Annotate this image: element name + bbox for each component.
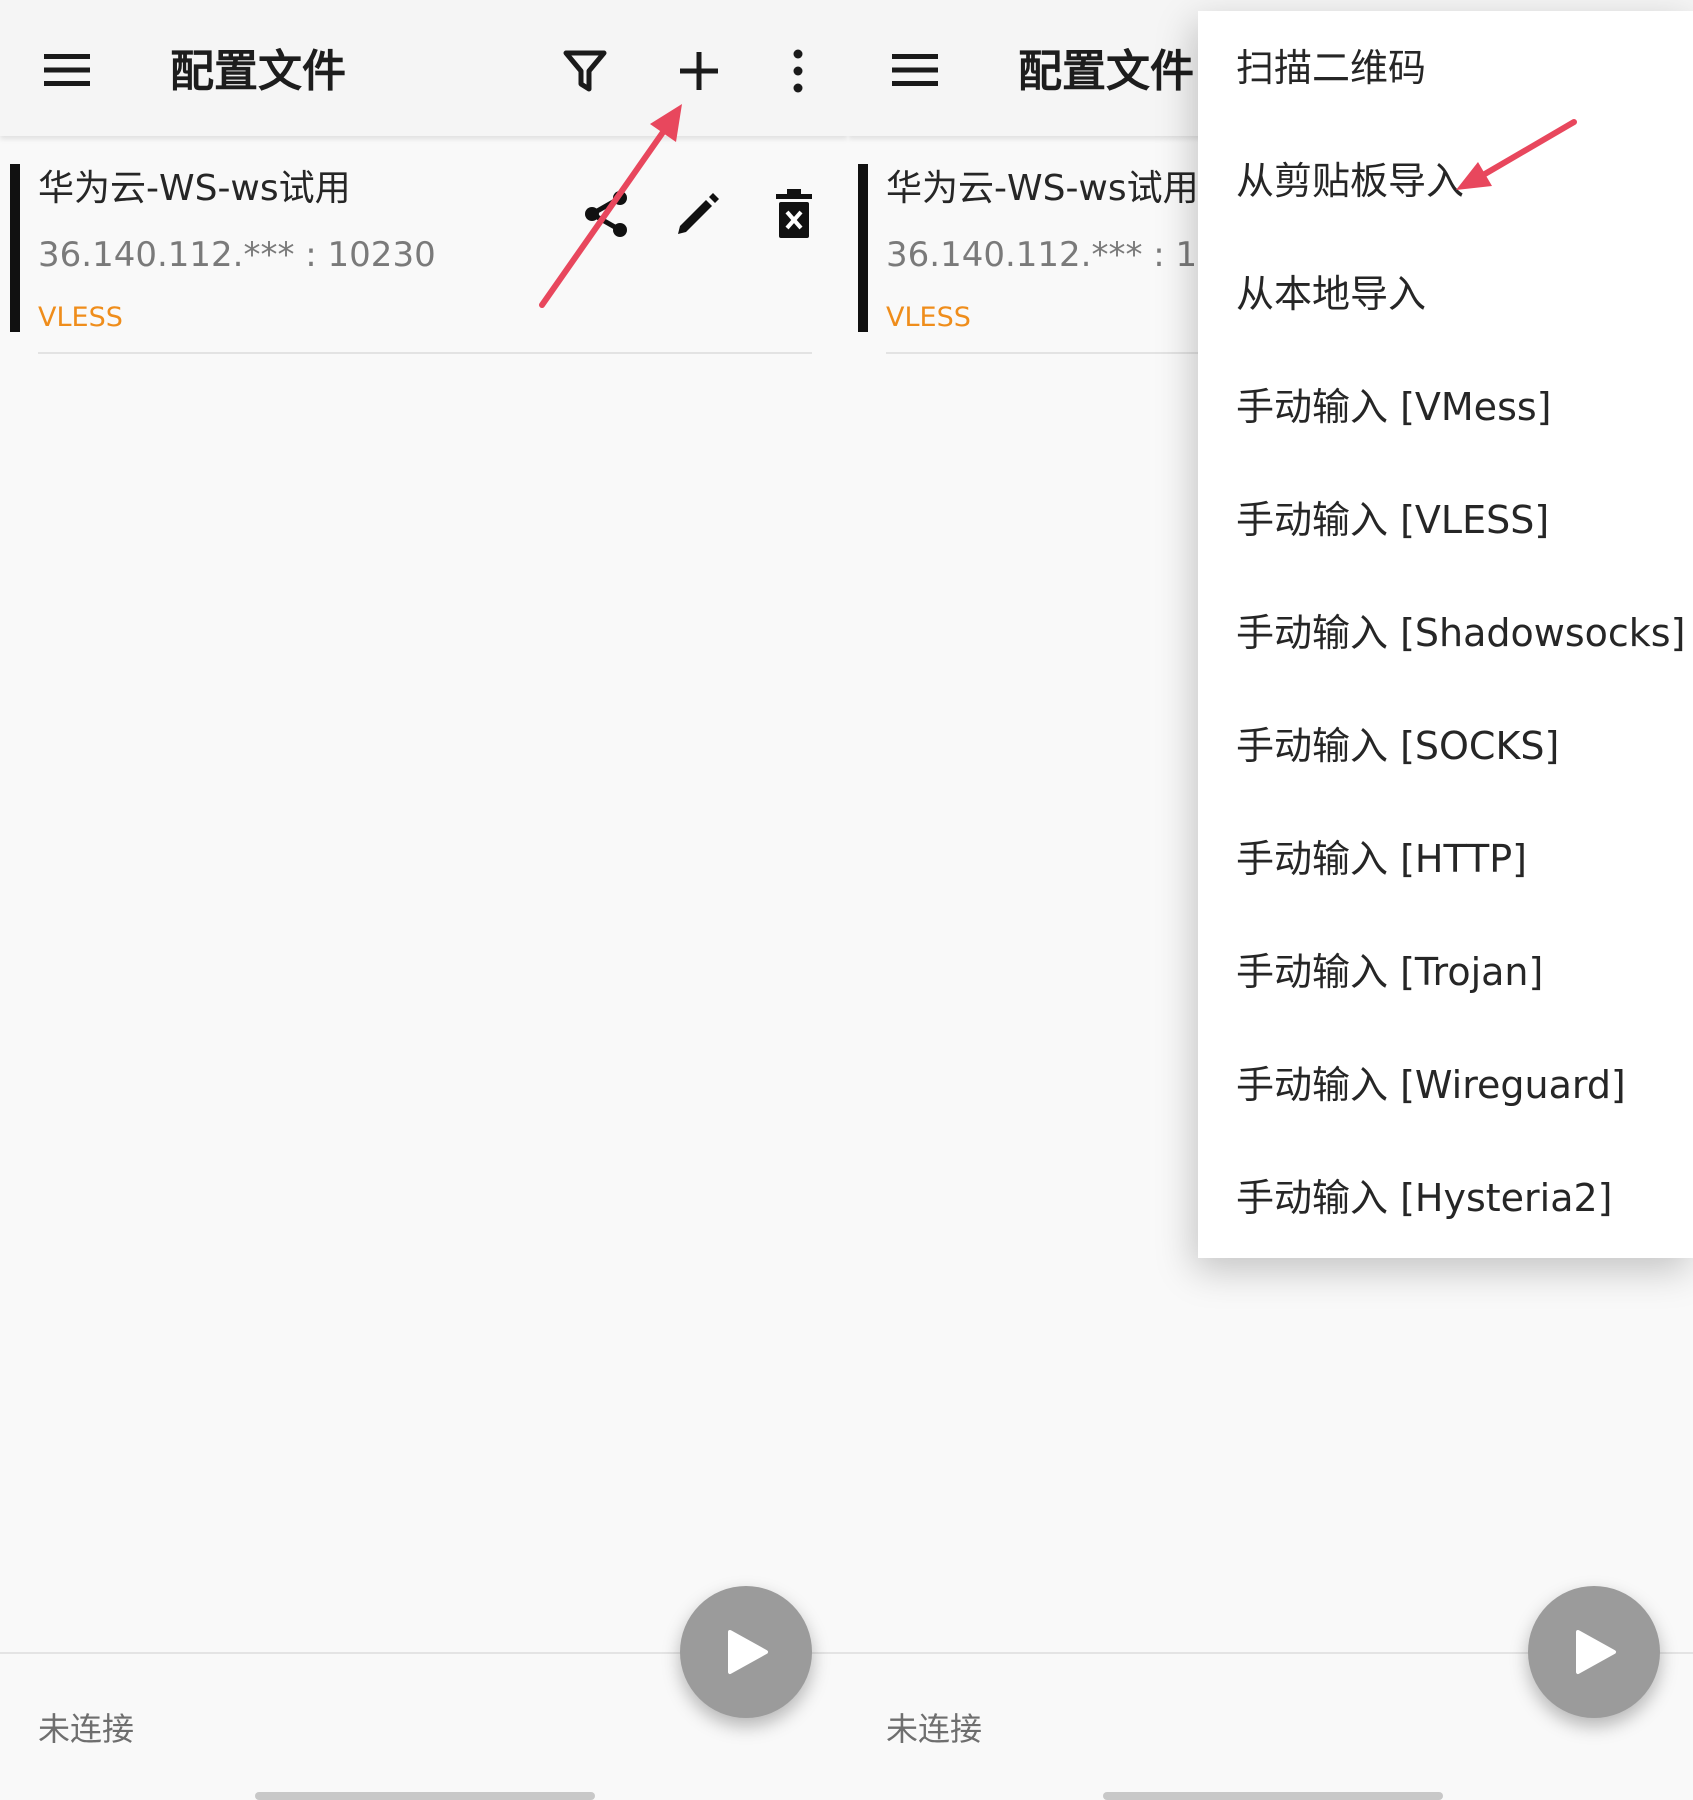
- connect-button[interactable]: [680, 1586, 812, 1718]
- play-icon: [1576, 1630, 1616, 1674]
- connection-status: 未连接: [886, 1710, 983, 1748]
- more-vert-icon[interactable]: [780, 48, 816, 94]
- menu-item-manual-wireguard[interactable]: 手动输入 [Wireguard]: [1198, 1028, 1693, 1142]
- share-icon[interactable]: [582, 188, 630, 240]
- server-list-item[interactable]: 华为云-WS-ws试用 36.140.112.*** : 10230 VLESS: [0, 160, 848, 356]
- menu-item-manual-hysteria2[interactable]: 手动输入 [Hysteria2]: [1198, 1141, 1693, 1255]
- add-config-popup-menu: 扫描二维码 从剪贴板导入 从本地导入 手动输入 [VMess] 手动输入 [VL…: [1198, 11, 1693, 1258]
- server-name: 华为云-WS-ws试用: [886, 168, 1199, 209]
- hamburger-menu-icon[interactable]: [44, 52, 90, 88]
- server-address: 36.140.112.*** : 10230: [38, 235, 436, 275]
- play-icon: [728, 1630, 768, 1674]
- delete-icon[interactable]: [772, 188, 816, 240]
- selected-indicator: [858, 164, 868, 332]
- menu-item-import-clipboard[interactable]: 从剪贴板导入: [1198, 124, 1693, 238]
- server-name: 华为云-WS-ws试用: [38, 168, 351, 209]
- menu-item-manual-trojan[interactable]: 手动输入 [Trojan]: [1198, 915, 1693, 1029]
- selected-indicator: [10, 164, 20, 332]
- add-icon[interactable]: [676, 48, 722, 94]
- left-screen: 配置文件 华为云-WS-ws试用 36.140.112.*** : 10230 …: [0, 0, 848, 1800]
- protocol-tag: VLESS: [886, 302, 971, 333]
- hamburger-menu-icon[interactable]: [892, 52, 938, 88]
- home-indicator: [255, 1792, 595, 1800]
- page-title: 配置文件: [170, 46, 346, 97]
- connect-button[interactable]: [1528, 1586, 1660, 1718]
- home-indicator: [1103, 1792, 1443, 1800]
- menu-item-manual-vless[interactable]: 手动输入 [VLESS]: [1198, 463, 1693, 577]
- top-app-bar: 配置文件: [0, 0, 848, 136]
- edit-icon[interactable]: [674, 190, 722, 238]
- filter-icon[interactable]: [562, 48, 608, 94]
- page-title: 配置文件: [1018, 46, 1194, 97]
- right-screen: 配置文件 华为云-WS-ws试用 36.140.112.*** : 10230 …: [848, 0, 1693, 1800]
- menu-item-manual-socks[interactable]: 手动输入 [SOCKS]: [1198, 689, 1693, 803]
- menu-item-scan-qr[interactable]: 扫描二维码: [1198, 11, 1693, 125]
- menu-item-manual-shadowsocks[interactable]: 手动输入 [Shadowsocks]: [1198, 576, 1693, 690]
- connection-status: 未连接: [38, 1710, 135, 1748]
- protocol-tag: VLESS: [38, 302, 123, 333]
- menu-item-manual-http[interactable]: 手动输入 [HTTP]: [1198, 802, 1693, 916]
- menu-item-import-local[interactable]: 从本地导入: [1198, 237, 1693, 351]
- item-divider: [38, 352, 812, 354]
- menu-item-manual-vmess[interactable]: 手动输入 [VMess]: [1198, 350, 1693, 464]
